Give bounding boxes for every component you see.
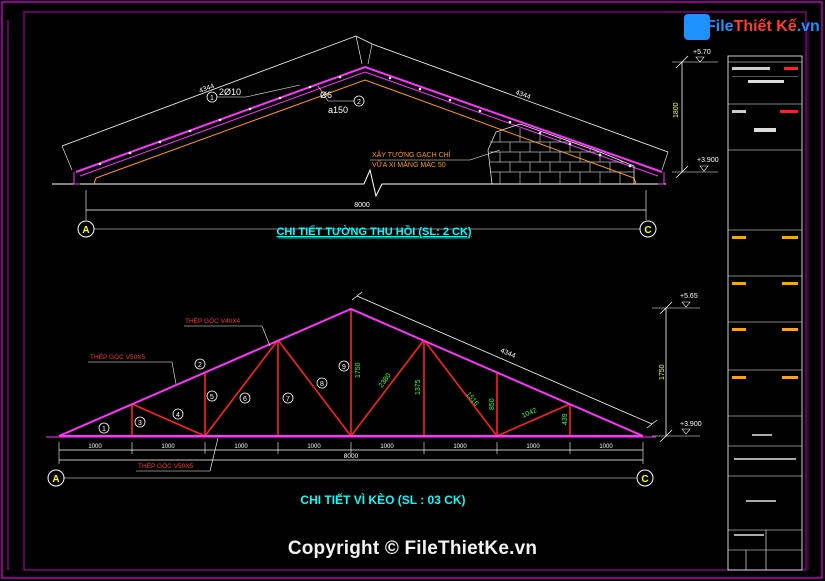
span-dim-1: 8000 <box>354 202 370 209</box>
wall-note-1: XÂY TƯỜNG GẠCH CHỈ <box>372 150 451 159</box>
cad-drawing: 4344 4344 XÂY TƯỜNG GẠCH CHỈ VỮA XI MĂNG… <box>1 1 823 579</box>
cad-drawing-viewport: 4344 4344 XÂY TƯỜNG GẠCH CHỈ VỮA XI MĂNG… <box>0 0 825 581</box>
web-length-6: 1042 <box>521 407 538 420</box>
truss-detail: 1750 2380 1375 1516 850 1042 439 1 2 3 4… <box>46 291 702 507</box>
web-length-3: 1375 <box>415 379 422 395</box>
label-bottom-chord: THÉP GÓC V50X5 <box>138 461 194 470</box>
rebar-marker-1: 1 <box>210 95 214 102</box>
drawing1-title: CHI TIẾT TƯỜNG THU HỒI (SL: 2 CK) <box>276 225 471 238</box>
logo-part-3: .vn <box>796 18 820 35</box>
svg-text:3: 3 <box>138 420 142 427</box>
svg-text:1000: 1000 <box>526 444 540 450</box>
slope-dim-2: 4344 <box>499 347 516 360</box>
logo-text: FileThiết Kế.vn <box>706 18 820 36</box>
svg-text:1000: 1000 <box>380 444 394 450</box>
filethietke-logo: FileThiết Kế.vn <box>684 10 820 50</box>
inner-frame <box>23 11 807 571</box>
logo-part-1: File <box>706 18 734 35</box>
svg-text:7: 7 <box>286 396 290 403</box>
svg-text:2: 2 <box>198 362 202 369</box>
height-dim-2: 1750 <box>659 364 666 380</box>
axis-label-c-1: C <box>644 225 651 236</box>
svg-text:1000: 1000 <box>453 444 467 450</box>
drawing2-title: CHI TIẾT VÌ KÈO (SL : 03 CK) <box>300 492 465 507</box>
level-top-2: +5.65 <box>680 293 698 300</box>
title-block <box>727 20 809 571</box>
svg-text:1000: 1000 <box>234 444 248 450</box>
web-length-1: 1750 <box>355 362 362 378</box>
web-length-5: 850 <box>489 398 496 410</box>
member-markers: 1 2 3 4 5 6 7 8 9 <box>98 358 350 434</box>
web-length-7: 439 <box>562 413 569 425</box>
svg-text:1000: 1000 <box>307 444 321 450</box>
rebar-label-2: Ø6 <box>320 90 332 100</box>
svg-text:5: 5 <box>210 394 214 401</box>
axis-label-a-2: A <box>52 474 59 485</box>
level-base-1: +3.900 <box>697 157 719 164</box>
level-top-1: +5.70 <box>693 49 711 56</box>
slope-left-dim: 4344 <box>198 83 215 95</box>
title-block-fills <box>732 67 798 536</box>
label-top-chord-small: THÉP GÓC V40X4 <box>185 316 241 325</box>
height-dim-1: 1800 <box>673 102 680 118</box>
axis-label-a-1: A <box>82 225 89 236</box>
rebar-marker-2: 2 <box>357 99 361 106</box>
rebar-dots <box>98 75 632 168</box>
rebar-label-1: 2Ø10 <box>219 87 241 97</box>
total-span-2: 8000 <box>344 453 359 460</box>
gable-wall-detail: 4344 4344 XÂY TƯỜNG GẠCH CHỈ VỮA XI MĂNG… <box>52 35 719 239</box>
logo-part-2: Thiết Kế <box>733 18 797 35</box>
svg-text:8: 8 <box>320 381 324 388</box>
wall-note-2: VỮA XI MĂNG MÁC 50 <box>372 160 446 169</box>
svg-text:1000: 1000 <box>88 444 102 450</box>
copyright-watermark: Copyright © FileThietKe.vn <box>287 538 538 559</box>
rebar-spacing: a150 <box>328 105 348 115</box>
svg-text:1: 1 <box>102 426 106 433</box>
svg-text:1000: 1000 <box>161 444 175 450</box>
svg-text:1000: 1000 <box>599 444 613 450</box>
axis-label-c-2: C <box>641 474 648 485</box>
level-base-2: +3.900 <box>680 421 702 428</box>
label-top-chord: THÉP GÓC V50X5 <box>90 352 146 361</box>
web-length-2: 2380 <box>378 372 393 389</box>
truss-web-members <box>131 310 571 437</box>
svg-text:9: 9 <box>342 364 346 371</box>
web-length-4: 1516 <box>464 391 479 408</box>
svg-text:6: 6 <box>243 396 247 403</box>
svg-text:4: 4 <box>176 412 180 419</box>
